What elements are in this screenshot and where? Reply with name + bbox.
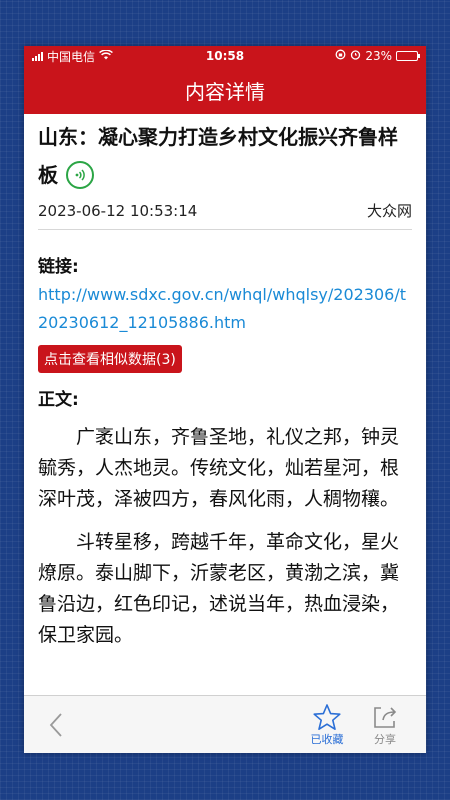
article-title-block: 山东：凝心聚力打造乡村文化振兴齐鲁样板: [38, 118, 412, 194]
bottom-toolbar: 已收藏 分享: [24, 695, 426, 753]
favorite-button[interactable]: 已收藏: [302, 703, 352, 747]
share-icon: [374, 706, 397, 728]
share-label: 分享: [374, 732, 396, 746]
back-button[interactable]: [40, 705, 72, 745]
status-right: 23%: [335, 49, 420, 63]
status-left: 中国电信: [32, 48, 113, 65]
carrier-name: 中国电信: [47, 49, 96, 64]
share-button[interactable]: 分享: [360, 703, 410, 747]
signal-icon: [32, 51, 43, 61]
status-bar: 中国电信 10:58 23%: [24, 46, 426, 66]
view-similar-button[interactable]: 点击查看相似数据(3): [38, 345, 182, 373]
star-icon: [313, 703, 341, 730]
phone-screen: 中国电信 10:58 23% 内容详情 山东：凝心聚力打造乡村文化振兴齐鲁样板: [24, 46, 426, 753]
battery-icon: [396, 51, 420, 61]
link-label: 链接:: [38, 257, 79, 277]
article-meta: 2023-06-12 10:53:14 大众网: [38, 194, 412, 230]
audio-play-icon[interactable]: [66, 160, 94, 189]
article-link[interactable]: http://www.sdxc.gov.cn/whql/whqlsy/20230…: [38, 281, 412, 337]
alarm-icon: [350, 49, 361, 63]
body-paragraph: 斗转星移，跨越千年，革命文化，星火燎原。泰山脚下，沂蒙老区，黄渤之滨，冀鲁沿边，…: [38, 531, 400, 646]
orientation-lock-icon: [335, 49, 346, 63]
article-source: 大众网: [366, 202, 412, 220]
body-label: 正文:: [38, 390, 79, 410]
favorite-label: 已收藏: [310, 732, 344, 746]
body-paragraph: 广袤山东，齐鲁圣地，礼仪之邦，钟灵毓秀，人杰地灵。传统文化，灿若星河，根深叶茂，…: [38, 426, 400, 510]
article-content[interactable]: 山东：凝心聚力打造乡村文化振兴齐鲁样板 2023-06-12 10:53:14 …: [24, 114, 426, 693]
battery-percent: 23%: [365, 49, 392, 63]
page-title: 内容详情: [185, 79, 265, 104]
wifi-icon: [99, 49, 113, 63]
nav-bar: 内容详情: [24, 66, 426, 114]
chevron-left-icon: [49, 712, 62, 737]
article-datetime: 2023-06-12 10:53:14: [38, 201, 198, 220]
